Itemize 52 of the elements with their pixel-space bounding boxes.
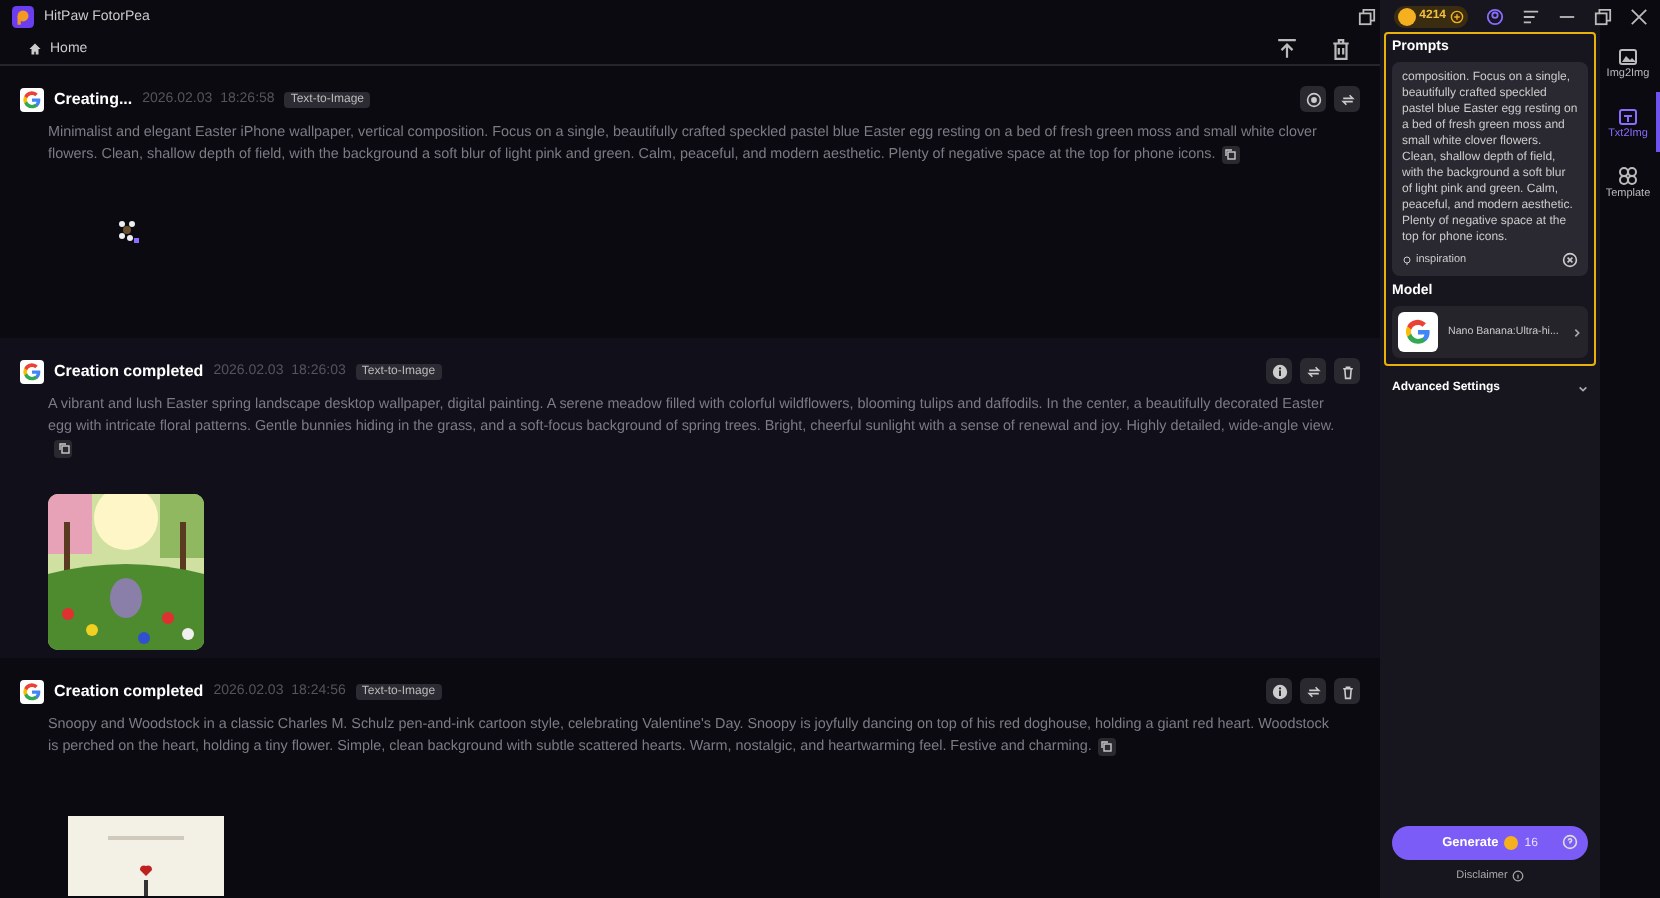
copy-button[interactable]	[1221, 145, 1240, 164]
copy-icon	[1100, 740, 1113, 753]
delete-icon[interactable]	[1330, 37, 1352, 59]
trash-icon	[1339, 683, 1355, 699]
info-icon	[1271, 683, 1287, 699]
info-button[interactable]	[1266, 358, 1292, 384]
info-icon	[1271, 363, 1287, 379]
home-icon	[28, 41, 42, 55]
help-icon[interactable]	[1562, 834, 1578, 850]
google-logo-icon	[20, 359, 44, 383]
google-logo-icon	[1398, 312, 1438, 352]
delete-button[interactable]	[1334, 678, 1360, 704]
restore-icon[interactable]	[1594, 7, 1612, 25]
swap-arrows-icon	[1305, 683, 1321, 699]
window-icon[interactable]	[1357, 7, 1376, 25]
copy-icon	[57, 442, 69, 455]
chevron-right-icon	[1572, 327, 1582, 337]
prompt-box[interactable]	[1392, 62, 1588, 276]
delete-button[interactable]	[1334, 358, 1360, 384]
copy-icon	[1224, 148, 1237, 161]
close-icon[interactable]	[1630, 7, 1648, 25]
regenerate-button[interactable]	[1300, 358, 1326, 384]
swap-arrows-icon	[1305, 363, 1321, 379]
google-logo-icon	[20, 87, 44, 111]
export-icon[interactable]	[1276, 37, 1298, 59]
coin-icon	[1504, 836, 1519, 850]
chevron-down-icon	[1578, 383, 1588, 393]
lightbulb-icon	[1402, 255, 1412, 265]
regenerate-button[interactable]	[1334, 86, 1360, 112]
copy-button[interactable]	[1097, 737, 1116, 756]
card-status: Creation completed	[54, 362, 204, 380]
app-logo-icon	[12, 5, 34, 27]
user-icon[interactable]	[1486, 7, 1504, 25]
google-logo-icon	[20, 679, 44, 703]
info-button[interactable]	[1266, 678, 1292, 704]
stop-icon	[1305, 91, 1321, 107]
coin-icon	[1397, 7, 1416, 25]
clear-icon[interactable]	[1562, 252, 1578, 268]
image-icon	[1618, 45, 1638, 65]
card-status: Creating...	[54, 90, 133, 108]
grid-icon	[1618, 165, 1638, 185]
card-status: Creation completed	[54, 682, 204, 700]
swap-arrows-icon	[1339, 91, 1355, 107]
add-icon[interactable]	[1450, 9, 1464, 23]
stop-button[interactable]	[1300, 86, 1326, 112]
text-image-icon	[1618, 105, 1638, 125]
copy-button[interactable]	[54, 439, 72, 458]
info-icon	[1511, 870, 1524, 882]
loading-icon	[116, 220, 140, 244]
menu-icon[interactable]	[1522, 7, 1540, 25]
regenerate-button[interactable]	[1300, 678, 1326, 704]
trash-icon	[1339, 363, 1355, 379]
